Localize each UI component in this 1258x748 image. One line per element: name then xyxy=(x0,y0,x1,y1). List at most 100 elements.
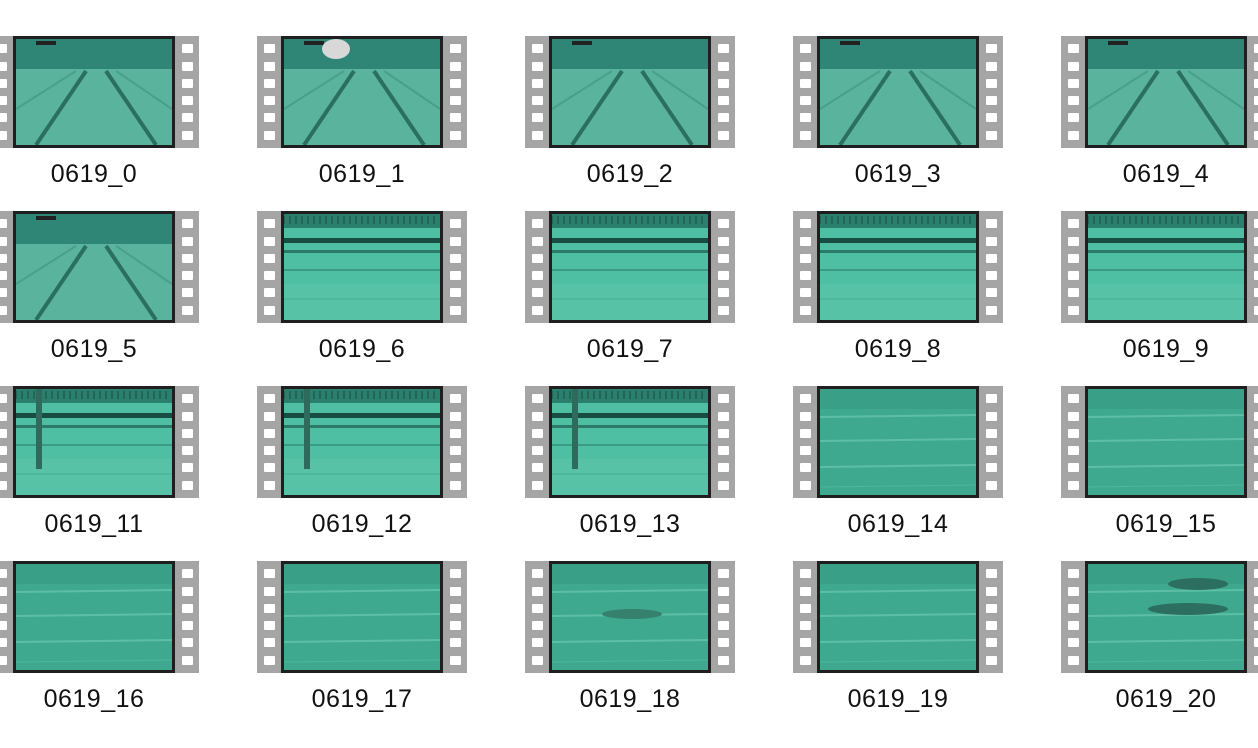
video-thumbnail[interactable] xyxy=(793,386,1003,498)
video-thumbnail[interactable] xyxy=(0,386,199,498)
film-hole-icon xyxy=(1067,394,1079,404)
film-hole-icon xyxy=(181,305,193,315)
file-name-label[interactable]: 0619_5 xyxy=(0,335,199,364)
video-thumbnail[interactable] xyxy=(525,36,735,148)
film-hole-icon xyxy=(263,288,275,298)
film-strip-right-icon xyxy=(443,561,467,673)
film-hole-icon xyxy=(1253,305,1258,315)
video-frame-preview xyxy=(549,386,711,498)
file-name-label[interactable]: 0619_15 xyxy=(1061,510,1258,539)
film-hole-icon xyxy=(449,271,461,281)
film-hole-icon xyxy=(799,446,811,456)
video-file-tile[interactable]: 0619_11 xyxy=(0,386,249,546)
video-file-tile[interactable]: 0619_7 xyxy=(525,211,785,371)
film-hole-icon xyxy=(531,428,543,438)
video-file-tile[interactable]: 0619_4 xyxy=(1061,36,1258,196)
video-file-tile[interactable]: 0619_14 xyxy=(793,386,1053,546)
film-hole-icon xyxy=(717,305,729,315)
video-thumbnail[interactable] xyxy=(257,386,467,498)
file-name-label[interactable]: 0619_7 xyxy=(525,335,735,364)
file-name-label[interactable]: 0619_1 xyxy=(257,160,467,189)
file-name-label[interactable]: 0619_14 xyxy=(793,510,1003,539)
file-name-label[interactable]: 0619_12 xyxy=(257,510,467,539)
file-name-label[interactable]: 0619_9 xyxy=(1061,335,1258,364)
video-thumbnail[interactable] xyxy=(1061,211,1258,323)
video-frame-preview xyxy=(13,386,175,498)
film-hole-icon xyxy=(181,394,193,404)
file-name-label[interactable]: 0619_13 xyxy=(525,510,735,539)
file-name-label[interactable]: 0619_11 xyxy=(0,510,199,539)
film-strip-right-icon xyxy=(175,561,199,673)
file-name-label[interactable]: 0619_18 xyxy=(525,685,735,714)
video-thumbnail[interactable] xyxy=(257,561,467,673)
video-file-tile[interactable]: 0619_9 xyxy=(1061,211,1258,371)
video-file-tile[interactable]: 0619_5 xyxy=(0,211,249,371)
file-name-label[interactable]: 0619_20 xyxy=(1061,685,1258,714)
video-frame-image xyxy=(820,39,976,145)
film-hole-icon xyxy=(717,61,729,71)
video-thumbnail[interactable] xyxy=(525,386,735,498)
file-name-label[interactable]: 0619_16 xyxy=(0,685,199,714)
video-thumbnail[interactable] xyxy=(257,211,467,323)
video-file-tile[interactable]: 0619_20 xyxy=(1061,561,1258,721)
film-hole-icon xyxy=(799,411,811,421)
film-hole-icon xyxy=(263,305,275,315)
film-hole-icon xyxy=(799,463,811,473)
video-file-tile[interactable]: 0619_1 xyxy=(257,36,517,196)
film-hole-icon xyxy=(799,78,811,88)
video-file-tile[interactable]: 0619_12 xyxy=(257,386,517,546)
file-name-label[interactable]: 0619_4 xyxy=(1061,160,1258,189)
video-thumbnail[interactable] xyxy=(525,561,735,673)
film-hole-icon xyxy=(181,480,193,490)
film-hole-icon xyxy=(449,130,461,140)
video-file-tile[interactable]: 0619_17 xyxy=(257,561,517,721)
video-thumbnail[interactable] xyxy=(1061,36,1258,148)
film-hole-icon xyxy=(181,463,193,473)
video-file-tile[interactable]: 0619_6 xyxy=(257,211,517,371)
video-file-tile[interactable]: 0619_18 xyxy=(525,561,785,721)
video-file-tile[interactable]: 0619_3 xyxy=(793,36,1053,196)
video-thumbnail[interactable] xyxy=(0,211,199,323)
video-thumbnail[interactable] xyxy=(793,561,1003,673)
video-file-tile[interactable]: 0619_8 xyxy=(793,211,1053,371)
video-frame-image xyxy=(1088,214,1244,320)
film-hole-icon xyxy=(1067,428,1079,438)
video-file-tile[interactable]: 0619_13 xyxy=(525,386,785,546)
film-hole-icon xyxy=(263,271,275,281)
video-thumbnail[interactable] xyxy=(0,36,199,148)
video-thumbnail[interactable] xyxy=(793,36,1003,148)
file-name-label[interactable]: 0619_2 xyxy=(525,160,735,189)
file-name-label[interactable]: 0619_8 xyxy=(793,335,1003,364)
film-hole-icon xyxy=(263,44,275,54)
video-thumbnail[interactable] xyxy=(1061,561,1258,673)
film-hole-icon xyxy=(1253,463,1258,473)
file-name-label[interactable]: 0619_0 xyxy=(0,160,199,189)
video-thumbnail[interactable] xyxy=(1061,386,1258,498)
video-file-tile[interactable]: 0619_0 xyxy=(0,36,249,196)
film-hole-icon xyxy=(0,411,7,421)
film-hole-icon xyxy=(0,113,7,123)
film-hole-icon xyxy=(0,621,7,631)
video-thumbnail[interactable] xyxy=(0,561,199,673)
video-file-tile[interactable]: 0619_15 xyxy=(1061,386,1258,546)
film-hole-icon xyxy=(263,655,275,665)
file-name-label[interactable]: 0619_17 xyxy=(257,685,467,714)
file-name-label[interactable]: 0619_3 xyxy=(793,160,1003,189)
video-thumbnail[interactable] xyxy=(525,211,735,323)
file-name-label[interactable]: 0619_19 xyxy=(793,685,1003,714)
video-frame-preview xyxy=(13,561,175,673)
video-thumbnail[interactable] xyxy=(793,211,1003,323)
file-name-label[interactable]: 0619_6 xyxy=(257,335,467,364)
film-strip-right-icon xyxy=(1247,386,1258,498)
video-file-tile[interactable]: 0619_19 xyxy=(793,561,1053,721)
video-file-tile[interactable]: 0619_16 xyxy=(0,561,249,721)
film-hole-icon xyxy=(1067,288,1079,298)
video-thumbnail[interactable] xyxy=(257,36,467,148)
video-file-tile[interactable]: 0619_2 xyxy=(525,36,785,196)
film-hole-icon xyxy=(1067,638,1079,648)
film-hole-icon xyxy=(0,655,7,665)
film-hole-icon xyxy=(985,61,997,71)
film-hole-icon xyxy=(717,394,729,404)
film-hole-icon xyxy=(1067,586,1079,596)
film-hole-icon xyxy=(449,253,461,263)
